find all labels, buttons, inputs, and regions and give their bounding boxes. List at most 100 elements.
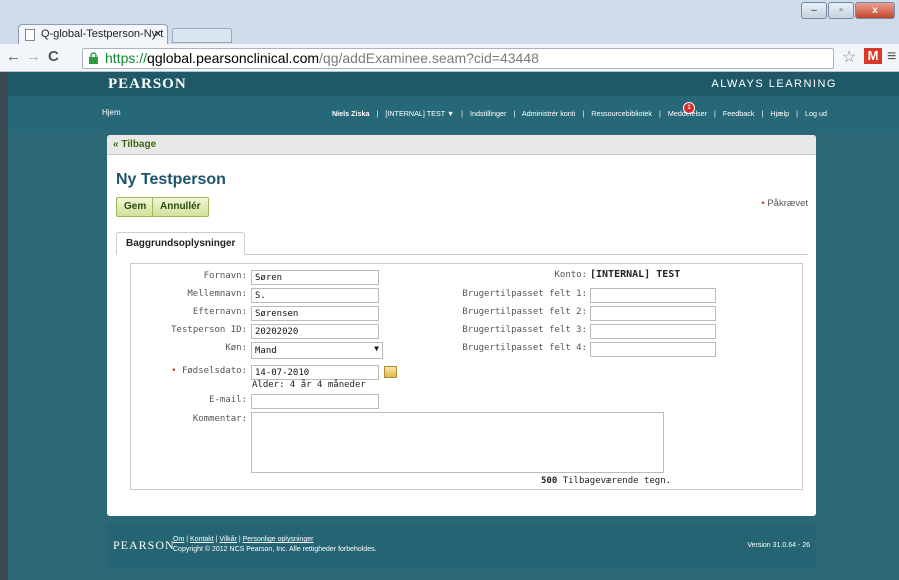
page: PEARSON ALWAYS LEARNING Hjem Niels Ziska… — [8, 72, 899, 580]
calendar-icon[interactable] — [384, 366, 397, 378]
comment-label: Kommentar: — [192, 414, 247, 424]
footer-about-link[interactable]: Om — [173, 536, 184, 543]
save-button[interactable]: Gem — [116, 197, 155, 217]
middle-name-label: Mellemnavn: — [187, 289, 247, 299]
footer-contact-link[interactable]: Kontakt — [190, 536, 214, 543]
messages-badge[interactable]: 1 — [683, 102, 695, 114]
form-box: Fornavn: Søren Mellemnavn: S. Efternavn:… — [130, 263, 803, 490]
lock-icon — [89, 52, 98, 64]
back-link[interactable]: « Tilbage — [113, 139, 156, 150]
page-icon — [25, 29, 35, 41]
tab-background-info[interactable]: Baggrundsoplysninger — [116, 232, 246, 255]
nav-separator: | — [714, 109, 716, 118]
minimize-button[interactable]: – — [801, 2, 827, 19]
examinee-id-label: Testperson ID: — [171, 325, 247, 335]
nav-separator: | — [796, 109, 799, 118]
nav-account-dropdown[interactable]: [INTERNAL] TEST ▼ — [385, 109, 454, 118]
gender-value: Mand — [255, 346, 277, 356]
new-tab-button[interactable] — [172, 28, 232, 43]
nav-user-name: Niels Ziska — [331, 109, 370, 118]
nav-settings-link[interactable]: Indstillinger — [470, 109, 506, 118]
remaining-count: 500 — [541, 476, 558, 486]
footer-privacy-link[interactable]: Personlige oplysninger — [243, 536, 314, 543]
custom-field-3-input[interactable] — [590, 324, 716, 339]
forward-arrow-icon[interactable]: → — [26, 48, 41, 65]
age-text: Alder: 4 år 4 måneder — [252, 380, 366, 390]
nav-home-link[interactable]: Hjem — [102, 108, 121, 117]
window-controls: – ▫ x — [801, 2, 895, 19]
remaining-text: Tilbageværende tegn. — [562, 476, 672, 486]
top-bar: PEARSON ALWAYS LEARNING — [8, 72, 899, 96]
custom-field-4-label: Brugertilpasset felt 4: — [462, 343, 587, 353]
nav-logout-link[interactable]: Log ud — [805, 109, 827, 118]
back-bar: « Tilbage — [107, 135, 816, 155]
dob-label-text: Fødselsdato: — [181, 366, 247, 376]
nav-admin-link[interactable]: Administrér konti — [522, 109, 576, 118]
maximize-button[interactable]: ▫ — [828, 2, 854, 19]
nav-separator: | — [761, 109, 764, 118]
tagline: ALWAYS LEARNING — [711, 78, 837, 90]
reload-icon[interactable]: C — [48, 48, 59, 65]
browser-tab[interactable]: Q-global-Testperson-Ny t × — [18, 24, 168, 44]
email-label: E-mail: — [209, 395, 247, 405]
custom-field-2-input[interactable] — [590, 306, 716, 321]
menu-icon[interactable]: ≡ — [887, 48, 896, 66]
url-path: /qg/addExaminee.seam?cid=43448 — [319, 50, 539, 66]
url-host: qglobal.pearsonclinical.com — [147, 50, 320, 66]
nav-separator: | — [659, 109, 661, 118]
footer-version: Version 31.0.64 - 26 — [747, 542, 810, 549]
nav-help-link[interactable]: Hjælp — [770, 109, 789, 118]
footer-copyright: Copyright © 2012 NCS Pearson, Inc. Alle … — [173, 546, 377, 553]
last-name-input[interactable]: Sørensen — [251, 306, 379, 321]
middle-name-input[interactable]: S. — [251, 288, 379, 303]
last-name-label: Efternavn: — [192, 307, 247, 317]
nav-separator: | — [513, 109, 516, 118]
close-window-button[interactable]: x — [855, 2, 895, 19]
first-name-input[interactable]: Søren — [251, 270, 379, 285]
nav-separator: | — [582, 109, 585, 118]
tab-title: Q-global-Testperson-Ny t — [41, 28, 164, 40]
main-panel: « Tilbage Ny Testperson Gem Annullér • P… — [107, 135, 816, 516]
footer: PEARSON Om | Kontakt | Vilkår | Personli… — [107, 524, 816, 568]
tab-close-icon[interactable]: × — [155, 25, 161, 43]
cancel-button[interactable]: Annullér — [152, 197, 209, 217]
page-title: Ny Testperson — [116, 171, 226, 188]
tab-strip: Q-global-Testperson-Ny t × — [0, 18, 899, 44]
gender-select[interactable]: Mand ▼ — [251, 342, 383, 359]
dob-label: • Fødselsdato: — [137, 366, 247, 376]
left-edge — [0, 72, 8, 580]
nav-separator: | — [461, 109, 464, 118]
back-arrow-icon[interactable]: ← — [6, 48, 21, 65]
custom-field-3-label: Brugertilpasset felt 3: — [462, 325, 587, 335]
bookmark-star-icon[interactable]: ☆ — [842, 47, 856, 67]
email-input[interactable] — [251, 394, 379, 409]
footer-separator: | — [215, 536, 218, 543]
footer-separator: | — [238, 536, 241, 543]
examinee-id-input[interactable]: 20202020 — [251, 324, 379, 339]
footer-separator: | — [186, 536, 189, 543]
address-bar[interactable]: https://qglobal.pearsonclinical.com/qg/a… — [82, 48, 834, 69]
comment-textarea[interactable] — [251, 412, 664, 473]
required-star: • — [761, 198, 765, 209]
nav-feedback-link[interactable]: Feedback — [723, 109, 755, 118]
custom-field-1-label: Brugertilpasset felt 1: — [462, 289, 587, 299]
custom-field-4-input[interactable] — [590, 342, 716, 357]
account-value: [INTERNAL] TEST — [590, 269, 681, 280]
dob-required-star: • — [171, 366, 177, 376]
custom-field-1-input[interactable] — [590, 288, 716, 303]
pearson-logo: PEARSON — [108, 76, 187, 92]
footer-terms-link[interactable]: Vilkår — [220, 536, 237, 543]
account-label: Konto: — [554, 270, 587, 280]
gender-label: Køn: — [225, 343, 247, 353]
chevron-down-icon: ▼ — [374, 344, 379, 353]
first-name-label: Fornavn: — [203, 271, 247, 281]
gmail-extension-icon[interactable]: M — [864, 48, 882, 64]
browser-chrome: – ▫ x Q-global-Testperson-Ny t × ← → C h… — [0, 0, 899, 72]
nav-library-link[interactable]: Ressourcebibliotek — [591, 109, 652, 118]
remaining-chars: 500 Tilbageværende tegn. — [541, 476, 671, 486]
dob-input[interactable]: 14-07-2010 — [251, 365, 379, 380]
nav-bar: Hjem Niels Ziska | [INTERNAL] TEST ▼ | I… — [8, 96, 899, 132]
browser-toolbar: ← → C https://qglobal.pearsonclinical.co… — [0, 44, 899, 72]
url-scheme: https:// — [105, 50, 148, 66]
nav-separator: | — [376, 109, 379, 118]
